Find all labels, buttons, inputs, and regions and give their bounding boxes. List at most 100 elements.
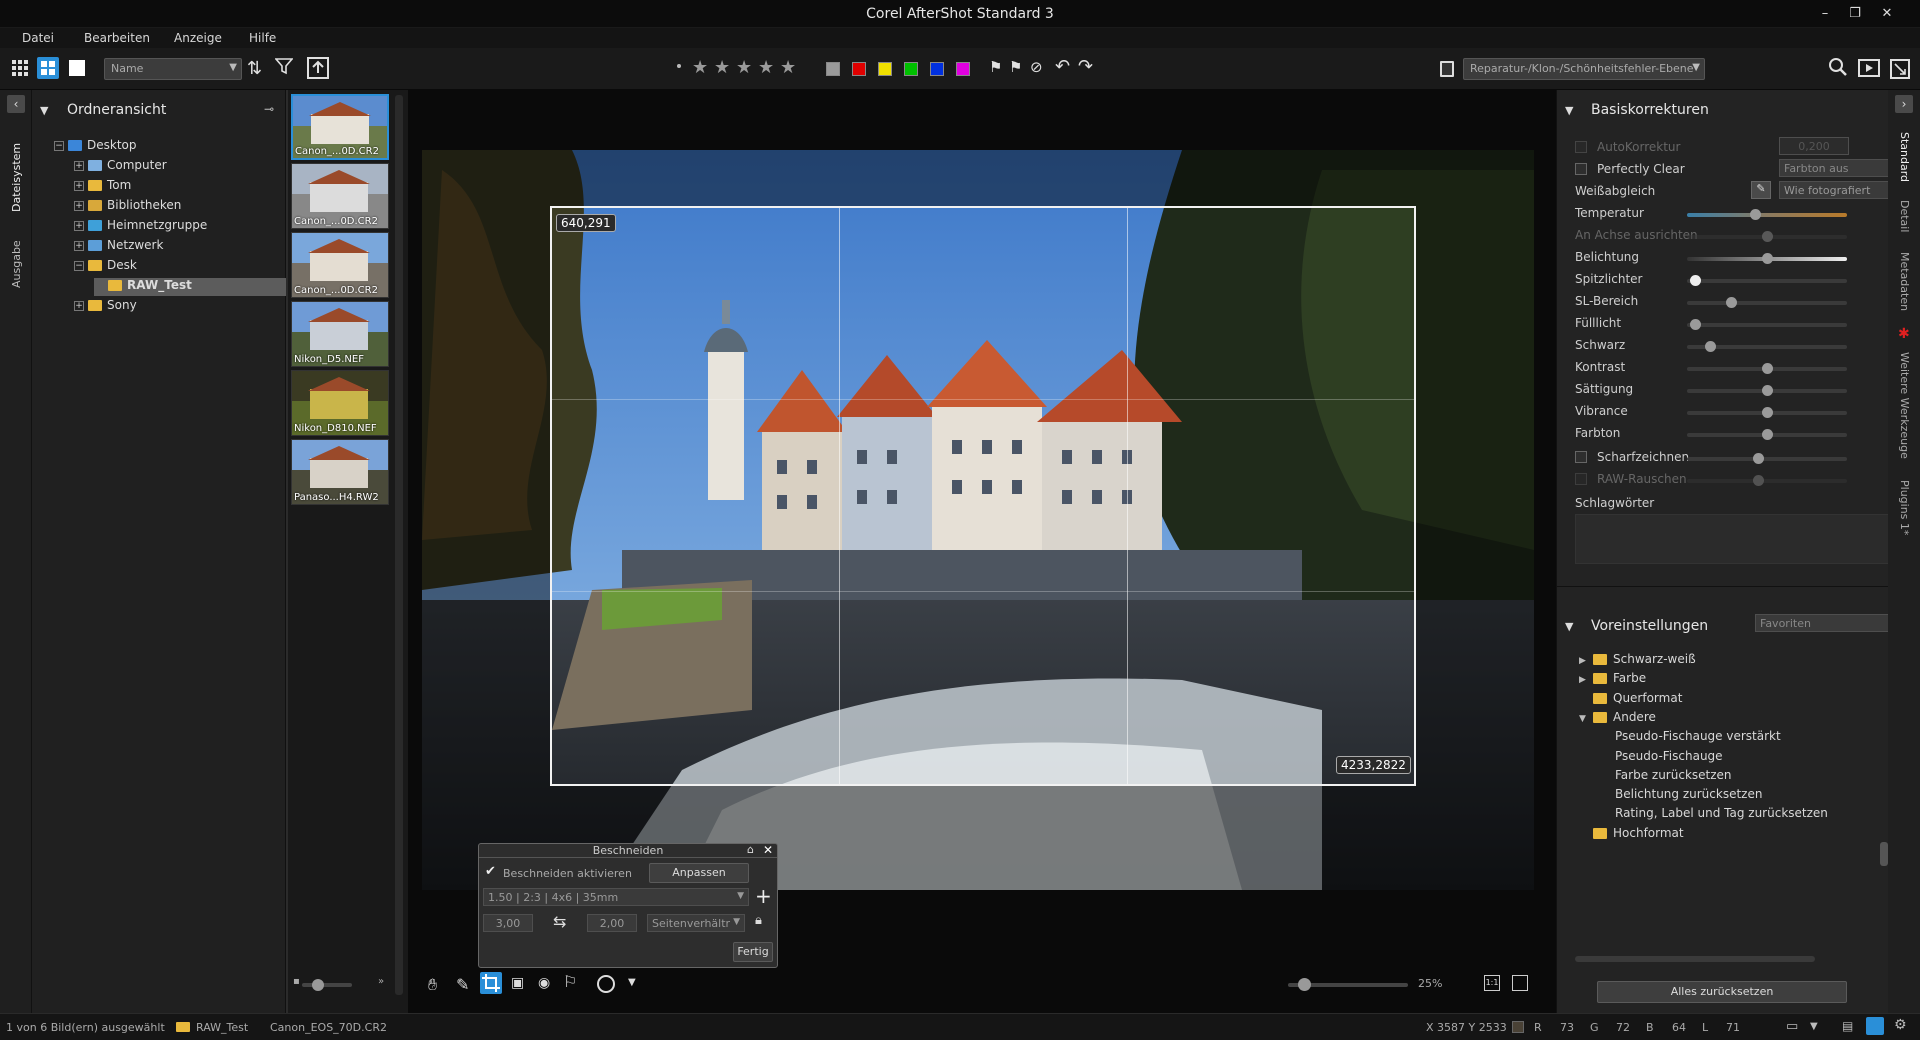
raw-rauschen-slider[interactable] <box>1687 475 1847 486</box>
tree-item-tom[interactable]: + Tom <box>74 178 131 196</box>
preset-folder[interactable]: ▶ Schwarz-weiß <box>1579 652 1696 666</box>
tab-standard[interactable]: Standard <box>1898 132 1911 182</box>
single-view-icon[interactable] <box>69 60 85 76</box>
tree-expander-icon[interactable]: − <box>54 140 64 151</box>
preset-folder[interactable]: ▶ Farbe <box>1579 671 1646 685</box>
rating-star-2-icon[interactable]: ★ <box>714 57 730 78</box>
tree-item-bibliotheken[interactable]: + Bibliotheken <box>74 198 181 216</box>
rating-star-3-icon[interactable]: ★ <box>736 57 752 78</box>
thumbnail[interactable]: Panaso...H4.RW2 <box>291 439 389 505</box>
ratio-select[interactable]: 1.50 | 2:3 | 4x6 | 35mm ▼ <box>483 888 749 906</box>
raw-rauschen-checkbox[interactable] <box>1575 473 1587 485</box>
tab-detail[interactable]: Detail <box>1898 200 1911 232</box>
presets-combo[interactable]: Favoriten <box>1755 614 1889 632</box>
tree-expander-icon[interactable]: + <box>74 240 84 251</box>
zoom-fit-icon[interactable] <box>1512 975 1528 991</box>
minimize-button[interactable]: – <box>1810 4 1840 24</box>
color-label-1[interactable] <box>826 62 840 76</box>
lock-toggle-icon[interactable] <box>1866 1017 1884 1035</box>
schwarz-slider[interactable] <box>1687 341 1847 352</box>
crop-width-input[interactable]: 3,00 <box>483 914 533 932</box>
undo-icon[interactable]: ↶ <box>1055 56 1070 77</box>
split-view-icon[interactable] <box>37 57 59 79</box>
tree-expander-icon[interactable]: + <box>74 200 84 211</box>
kontrast-slider[interactable] <box>1687 363 1847 374</box>
eyedropper-icon[interactable]: ✎ <box>456 975 469 994</box>
color-label-5[interactable] <box>930 62 944 76</box>
preset-folder[interactable]: ▼ Andere <box>1579 710 1656 724</box>
menu-bearbeiten[interactable]: Bearbeiten <box>84 31 150 45</box>
scharfzeichnen-slider[interactable] <box>1687 453 1847 464</box>
belichtung-slider[interactable] <box>1687 253 1847 264</box>
preset-folder[interactable]: Hochformat <box>1579 826 1684 840</box>
menu-anzeige[interactable]: Anzeige <box>174 31 222 45</box>
crop-close-icon[interactable]: ✕ <box>763 843 773 857</box>
flag-icon[interactable]: ⚑ <box>989 58 1002 76</box>
tab-plugins[interactable]: Plugins 1* <box>1898 480 1911 535</box>
fülllicht-slider[interactable] <box>1687 319 1847 330</box>
autokorrektur-value[interactable]: 0,200 <box>1779 137 1849 155</box>
tag-icon[interactable]: ⊘ <box>1030 58 1043 76</box>
color-label-2[interactable] <box>852 62 866 76</box>
keywords-field[interactable] <box>1575 514 1889 564</box>
search-icon[interactable] <box>1828 57 1848 82</box>
thumb-size-slider[interactable] <box>302 979 352 991</box>
preset-item[interactable]: Rating, Label und Tag zurücksetzen <box>1615 806 1828 820</box>
farbton-slider[interactable] <box>1687 429 1847 440</box>
close-button[interactable]: ✕ <box>1872 4 1902 24</box>
preset-item[interactable]: Pseudo-Fischauge verstärkt <box>1615 729 1781 743</box>
add-ratio-icon[interactable]: + <box>755 884 772 908</box>
tree-item-desk[interactable]: − Desk <box>74 258 137 276</box>
monitor-dropdown-icon[interactable]: ▼ <box>1810 1021 1818 1032</box>
crop-tool-icon[interactable] <box>480 972 502 994</box>
menu-hilfe[interactable]: Hilfe <box>249 31 276 45</box>
presets-vscroll[interactable] <box>1880 842 1888 866</box>
redeye-icon[interactable]: ◉ <box>538 975 550 991</box>
crop-frame[interactable] <box>550 206 1416 786</box>
tree-expander-icon[interactable]: + <box>74 180 84 191</box>
collapse-left-icon[interactable]: ‹ <box>7 95 25 113</box>
tab-metadaten[interactable]: Metadaten <box>1898 252 1911 311</box>
presets-collapse-icon[interactable]: ▼ <box>1565 620 1573 633</box>
fullscreen-icon[interactable] <box>1890 59 1910 79</box>
enable-crop-checkbox[interactable]: ✔ <box>485 864 496 879</box>
done-button[interactable]: Fertig <box>733 942 773 962</box>
thumbnail[interactable]: Nikon_D5.NEF <box>291 301 389 367</box>
flag-reject-icon[interactable]: ⚑ <box>1009 58 1022 76</box>
circle-tool-icon[interactable] <box>597 975 615 993</box>
monitor-icon[interactable]: ▭ <box>1786 1019 1798 1034</box>
thumbnail[interactable]: Canon_...0D.CR2 <box>291 163 389 229</box>
tree-item-raw-test[interactable]: RAW_Test <box>94 278 286 296</box>
expand-arrow-icon[interactable]: ▶ <box>1579 656 1593 666</box>
rating-star-1-icon[interactable]: ★ <box>692 57 708 78</box>
straighten-icon[interactable]: ▣ <box>511 975 524 991</box>
basic-collapse-icon[interactable]: ▼ <box>1565 104 1573 117</box>
adjust-button[interactable]: Anpassen <box>649 863 749 883</box>
tab-ausgabe[interactable]: Ausgabe <box>10 218 23 288</box>
color-label-3[interactable] <box>878 62 892 76</box>
zoom-1to1-icon[interactable]: 1:1 <box>1484 975 1500 991</box>
thumbnail[interactable]: Canon_...0D.CR2 <box>291 94 389 160</box>
presets-hscroll[interactable] <box>1575 956 1815 962</box>
tree-expander-icon[interactable]: + <box>74 220 84 231</box>
tree-item-sony[interactable]: + Sony <box>74 298 137 316</box>
photo-canvas[interactable]: 640,291 4233,2822 <box>422 150 1534 890</box>
thumbnail[interactable]: Canon_...0D.CR2 <box>291 232 389 298</box>
expand-arrow-icon[interactable]: ▼ <box>1579 714 1593 724</box>
crop-mode-select[interactable]: Seitenverhältr ▼ <box>647 914 745 932</box>
sl-bereich-slider[interactable] <box>1687 297 1847 308</box>
rating-star-4-icon[interactable]: ★ <box>758 57 774 78</box>
tab-weitere-werkzeuge[interactable]: Weitere Werkzeuge <box>1898 352 1911 459</box>
sättigung-slider[interactable] <box>1687 385 1847 396</box>
reset-all-button[interactable]: Alles zurücksetzen <box>1597 981 1847 1003</box>
tree-item-desktop[interactable]: − Desktop <box>54 138 137 156</box>
collapse-right-icon[interactable]: › <box>1895 95 1913 113</box>
farbton-combo[interactable]: Farbton aus <box>1779 159 1889 177</box>
export-icon[interactable] <box>307 57 329 79</box>
vibrance-slider[interactable] <box>1687 407 1847 418</box>
scharfzeichnen-checkbox[interactable] <box>1575 451 1587 463</box>
slideshow-icon[interactable] <box>1858 59 1880 77</box>
pin-icon[interactable]: ⊸ <box>264 102 274 116</box>
preset-folder[interactable]: Querformat <box>1579 691 1682 705</box>
retouch-icon[interactable]: ⚐ <box>563 972 577 991</box>
